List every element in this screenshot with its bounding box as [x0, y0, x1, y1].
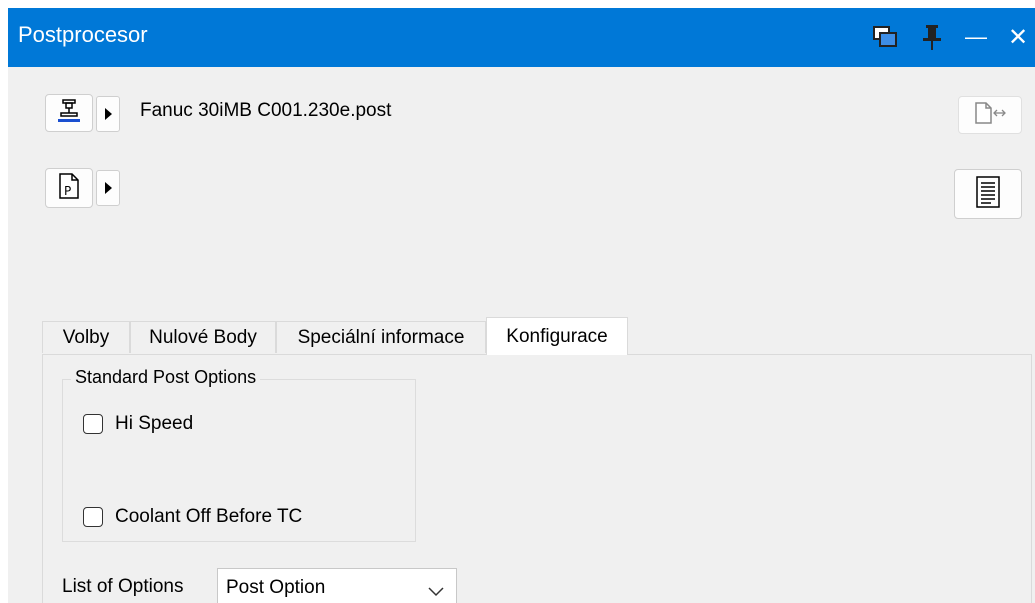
- coolant-off-checkbox[interactable]: [83, 507, 103, 527]
- list-of-options-select[interactable]: Post Option: [217, 568, 457, 603]
- tab-label: Volby: [62, 326, 110, 348]
- machine-menu-button[interactable]: [96, 96, 120, 132]
- tab-label: Speciální informace: [297, 326, 465, 348]
- program-menu-button[interactable]: [96, 170, 120, 206]
- arrow-right-icon: [104, 108, 112, 120]
- tab-nulove-body[interactable]: Nulové Body: [130, 321, 276, 353]
- tab-specialni-informace[interactable]: Speciální informace: [276, 321, 486, 353]
- file-compare-icon: [973, 101, 1007, 130]
- pin-icon[interactable]: [918, 18, 946, 56]
- program-file-icon: P: [58, 172, 80, 205]
- select-value: Post Option: [226, 577, 326, 598]
- hi-speed-checkbox[interactable]: [83, 414, 103, 434]
- titlebar: Postprocesor — ✕: [8, 8, 1035, 67]
- arrow-right-icon: [104, 182, 112, 194]
- machine-button[interactable]: [45, 94, 93, 132]
- program-button[interactable]: P: [45, 168, 93, 208]
- konfigurace-panel: Standard Post Options Hi Speed Coolant O…: [42, 354, 1032, 603]
- tab-label: Konfigurace: [506, 325, 608, 347]
- hi-speed-label: Hi Speed: [115, 413, 194, 434]
- standard-post-options-group: Standard Post Options Hi Speed Coolant O…: [62, 367, 416, 542]
- tab-volby[interactable]: Volby: [42, 321, 130, 353]
- minimize-icon[interactable]: —: [961, 18, 991, 56]
- postprocessor-window: Postprocesor — ✕ Fanuc 30iMB C001.230e.p…: [8, 8, 1035, 603]
- compare-button[interactable]: [958, 96, 1022, 134]
- chevron-down-icon: [428, 581, 444, 603]
- coolant-off-label: Coolant Off Before TC: [115, 506, 303, 527]
- program-icon-letter: P: [64, 184, 71, 198]
- tab-konfigurace[interactable]: Konfigurace: [486, 317, 628, 355]
- tab-label: Nulové Body: [149, 326, 257, 348]
- close-icon[interactable]: ✕: [1003, 18, 1033, 56]
- window-title: Postprocesor: [18, 22, 148, 47]
- restore-window-icon[interactable]: [870, 18, 900, 56]
- group-title: Standard Post Options: [71, 367, 261, 388]
- post-filename: Fanuc 30iMB C001.230e.post: [140, 100, 392, 121]
- hi-speed-option[interactable]: Hi Speed: [83, 413, 193, 435]
- coolant-off-option[interactable]: Coolant Off Before TC: [83, 506, 302, 528]
- document-button[interactable]: [954, 169, 1022, 219]
- list-of-options-label: List of Options: [62, 576, 184, 597]
- document-icon: [975, 175, 1001, 214]
- machine-icon: [56, 98, 82, 129]
- left-edge: [0, 0, 8, 603]
